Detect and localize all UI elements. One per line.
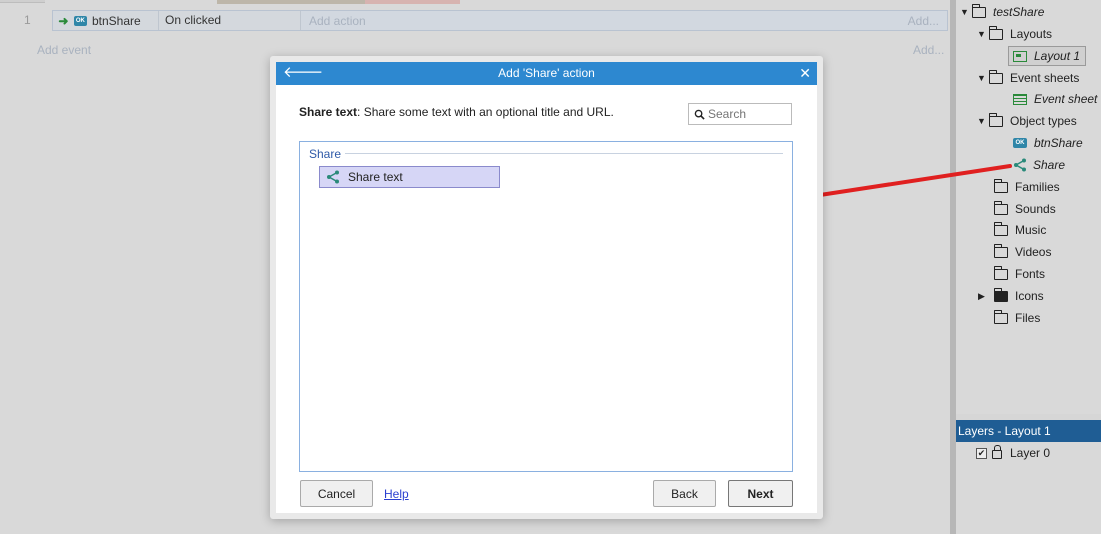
condition-object: btnShare — [91, 13, 141, 28]
add-event-link[interactable]: Add event — [37, 43, 91, 57]
folder-icon — [988, 69, 1003, 84]
group-divider — [344, 153, 783, 154]
tree-item-families[interactable]: Families — [993, 177, 1060, 197]
layers-panel-title: Layers - Layout 1 — [956, 420, 1101, 442]
tree-item-share[interactable]: Share — [1013, 155, 1065, 175]
tree-item-label: Event sheets — [1010, 71, 1080, 85]
event-row[interactable]: ➜ OK btnShare On clicked Add action Add.… — [52, 10, 948, 31]
tree-item-files[interactable]: Files — [993, 308, 1041, 328]
add-action-link[interactable]: Add action — [309, 14, 366, 28]
event-condition[interactable]: ➜ OK btnShare On clicked — [53, 11, 301, 30]
expand-triangle-icon[interactable]: ▼ — [977, 73, 989, 83]
tab[interactable] — [0, 0, 45, 3]
tree-item-project[interactable]: ▼ testShare — [960, 2, 1044, 22]
cancel-button[interactable]: Cancel — [300, 480, 373, 507]
tree-item-label: Layouts — [1010, 27, 1053, 41]
folder-icon — [988, 112, 1003, 127]
layer-visible-checkbox[interactable]: ✔ — [976, 447, 987, 459]
add-action-dialog: 🡐 Add 'Share' action ✕ Share text: Share… — [270, 56, 823, 519]
action-name: Share text — [299, 105, 358, 119]
trigger-arrow-icon: ➜ — [58, 13, 69, 28]
tree-item-layout-1[interactable]: Layout 1 — [1008, 46, 1087, 66]
folder-icon — [993, 243, 1008, 258]
share-icon — [327, 170, 339, 184]
tree-item-label: Object types — [1010, 114, 1077, 128]
collapse-triangle-icon[interactable]: ▶ — [978, 291, 994, 302]
expand-triangle-icon[interactable]: ▼ — [960, 7, 972, 17]
tab-strip — [0, 0, 950, 4]
search-input[interactable] — [708, 107, 788, 121]
back-button[interactable]: Back — [653, 480, 716, 507]
action-list: Share Share text — [299, 141, 793, 472]
next-button[interactable]: Next — [728, 480, 793, 507]
event-number: 1 — [24, 13, 31, 27]
folder-icon — [971, 3, 986, 18]
tree-item-label: Icons — [1015, 289, 1044, 303]
tree-item-label: Files — [1015, 311, 1041, 325]
layer-row[interactable]: ✔ Layer 0 — [976, 445, 1051, 460]
tree-item-label: Layout 1 — [1034, 49, 1081, 63]
tree-item-label: Fonts — [1015, 267, 1046, 281]
expand-triangle-icon[interactable]: ▼ — [977, 29, 989, 39]
layout-icon — [1013, 50, 1027, 62]
folder-icon — [993, 265, 1008, 280]
folder-icon — [993, 287, 1008, 302]
lock-icon[interactable] — [992, 445, 1002, 459]
tab[interactable] — [365, 0, 460, 4]
close-icon[interactable]: ✕ — [799, 64, 811, 82]
tree-item-label: Event sheet 1 — [1034, 92, 1101, 106]
folder-icon — [988, 25, 1003, 40]
layers-panel: ✔ Layer 0 — [956, 442, 1101, 534]
group-label: Share — [309, 147, 346, 161]
tree-item-icons[interactable]: ▶ Icons — [978, 286, 1044, 306]
folder-icon — [993, 309, 1008, 324]
tree-item-btnshare[interactable]: OK btnShare — [1013, 133, 1083, 153]
tree-item-label: Music — [1015, 223, 1047, 237]
folder-icon — [993, 178, 1008, 193]
search-box[interactable] — [688, 103, 792, 125]
action-item-share-text[interactable]: Share text — [319, 166, 500, 188]
tree-item-object-types[interactable]: ▼ Object types — [977, 111, 1077, 131]
tree-item-label: Families — [1015, 180, 1060, 194]
tree-item-label: Share — [1033, 158, 1066, 172]
folder-icon — [993, 221, 1008, 236]
tree-item-label: Sounds — [1015, 202, 1056, 216]
tree-item-music[interactable]: Music — [993, 220, 1047, 240]
tree-item-event-sheets[interactable]: ▼ Event sheets — [977, 68, 1079, 88]
dialog-title-bar: 🡐 Add 'Share' action ✕ — [276, 62, 817, 85]
tree-item-event-sheet-1[interactable]: Event sheet 1 — [1013, 89, 1101, 109]
condition-trigger: On clicked — [158, 11, 300, 30]
search-icon — [694, 109, 705, 120]
event-sheet-icon — [1013, 93, 1027, 105]
tree-item-label: btnShare — [1034, 136, 1083, 150]
button-object-icon: OK — [1013, 138, 1027, 148]
expand-triangle-icon[interactable]: ▼ — [977, 116, 989, 126]
action-description-text: : Share some text with an optional title… — [357, 105, 614, 119]
tree-item-fonts[interactable]: Fonts — [993, 264, 1046, 284]
tree-item-sounds[interactable]: Sounds — [993, 199, 1056, 219]
share-icon — [1014, 158, 1026, 172]
tree-item-label: testShare — [993, 5, 1045, 19]
dialog-body: 🡐 Add 'Share' action ✕ Share text: Share… — [276, 62, 817, 513]
action-item-label: Share text — [348, 170, 403, 184]
folder-icon — [993, 200, 1008, 215]
tree-item-label: Videos — [1015, 245, 1052, 259]
layer-name: Layer 0 — [1010, 446, 1051, 460]
project-bar: ▼ testShare ▼ Layouts Layout 1 ▼ Event s… — [956, 0, 1101, 414]
tab[interactable] — [217, 0, 365, 4]
dialog-title: Add 'Share' action — [498, 66, 595, 80]
add-menu-link[interactable]: Add... — [908, 14, 939, 28]
add-menu-link[interactable]: Add... — [913, 43, 944, 57]
action-description: Share text: Share some text with an opti… — [299, 105, 614, 119]
button-object-icon: OK — [73, 15, 87, 26]
help-link[interactable]: Help — [384, 487, 409, 501]
tree-item-videos[interactable]: Videos — [993, 242, 1052, 262]
tree-item-layouts[interactable]: ▼ Layouts — [977, 24, 1052, 44]
